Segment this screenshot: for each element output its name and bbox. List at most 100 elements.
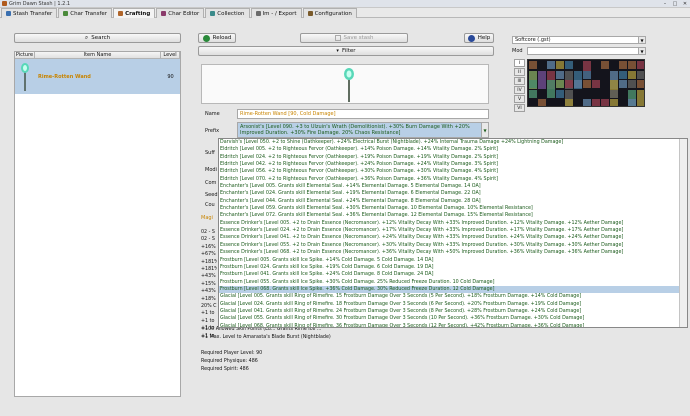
- dropdown-option[interactable]: Glacial [Level 005. Grants skill Ring of…: [219, 293, 681, 300]
- dropdown-option[interactable]: Eldritch [Level 024. +2 to Righteous Fer…: [219, 154, 681, 161]
- stash-page-button[interactable]: I: [514, 59, 525, 67]
- column-header-item-name[interactable]: Item Name: [35, 52, 161, 58]
- stash-item-icon[interactable]: [556, 61, 564, 69]
- tab-crafting[interactable]: Crafting: [113, 8, 156, 18]
- mode-select-arrow-icon[interactable]: ▼: [638, 37, 645, 43]
- dropdown-option[interactable]: Frostburn [Level 041. Grants skill Ice S…: [219, 271, 681, 278]
- dropdown-option[interactable]: Enchanter's [Level 072. Grants skill Ele…: [219, 212, 681, 219]
- stash-item-icon[interactable]: [637, 89, 644, 106]
- tab-icon: [118, 11, 124, 16]
- dropdown-option[interactable]: Glacial [Level 024. Grants skill Ring of…: [219, 301, 681, 308]
- stash-item-icon[interactable]: [556, 80, 564, 88]
- maximize-icon[interactable]: □: [670, 0, 680, 8]
- search-button[interactable]: ⌕ Search: [14, 33, 181, 43]
- dropdown-option[interactable]: Frostburn [Level 068. Grants skill Ice S…: [219, 285, 681, 294]
- table-row[interactable]: Rime-Rotten Wand 90: [15, 59, 180, 94]
- tab-char-transfer[interactable]: Char Transfer: [58, 8, 113, 18]
- help-button[interactable]: Help: [464, 33, 494, 43]
- dropdown-option[interactable]: Eldritch [Level 056. +2 to Righteous Fer…: [219, 168, 681, 175]
- stash-item-icon[interactable]: [637, 70, 644, 79]
- stash-item-icon[interactable]: [583, 80, 591, 88]
- tab-collection[interactable]: Collection: [205, 8, 250, 18]
- stash-item-icon[interactable]: [592, 99, 600, 106]
- help-icon: [467, 34, 475, 42]
- tab-configuration[interactable]: Configuration: [302, 8, 357, 18]
- stash-item-icon[interactable]: [628, 99, 636, 106]
- stash-item-icon[interactable]: [538, 70, 546, 89]
- stash-page-button[interactable]: IV: [514, 86, 525, 94]
- stash-item-icon[interactable]: [565, 80, 573, 88]
- dropdown-option[interactable]: Darvish's [Level 050. +2 to Shine (Oathk…: [219, 139, 681, 146]
- minimize-icon[interactable]: –: [660, 0, 670, 8]
- mod-select-arrow-icon[interactable]: ▼: [638, 48, 645, 54]
- prefix-dropdown-list[interactable]: Darvish's [Level 050. +2 to Shine (Oathk…: [218, 138, 688, 328]
- stash-page-button[interactable]: V: [514, 95, 525, 103]
- stash-page-button[interactable]: II: [514, 68, 525, 76]
- dropdown-option[interactable]: Eldritch [Level 070. +2 to Righteous Fer…: [219, 176, 681, 183]
- stash-item-icon[interactable]: [628, 70, 636, 79]
- dropdown-option[interactable]: Enchanter's [Level 005. Grants skill Ele…: [219, 183, 681, 190]
- mode-select[interactable]: Softcore (.gst) ▼: [512, 36, 646, 44]
- dropdown-option[interactable]: Essence Drinker's [Level 005. +2 to Drai…: [219, 220, 681, 227]
- reload-button[interactable]: Reload: [198, 33, 236, 43]
- stash-page-button[interactable]: III: [514, 77, 525, 85]
- dropdown-option[interactable]: Enchanter's [Level 059. Grants skill Ele…: [219, 205, 681, 212]
- dropdown-option[interactable]: Frostburn [Level 005. Grants skill Ice S…: [219, 257, 681, 264]
- stash-item-icon[interactable]: [637, 61, 644, 69]
- stat-line: +1 to: [201, 311, 215, 317]
- stash-item-icon[interactable]: [556, 89, 564, 98]
- dropdown-option[interactable]: Eldritch [Level 005. +2 to Righteous Fer…: [219, 146, 681, 153]
- stash-item-icon[interactable]: [547, 61, 555, 69]
- tab-stash-transfer[interactable]: Stash Transfer: [1, 8, 58, 18]
- close-icon[interactable]: ✕: [680, 0, 690, 8]
- stash-item-icon[interactable]: [619, 80, 627, 88]
- stash-item-icon[interactable]: [565, 99, 573, 106]
- dropdown-scrollbar[interactable]: [679, 139, 687, 327]
- stash-item-icon[interactable]: [619, 70, 627, 79]
- stash-item-icon[interactable]: [538, 99, 546, 106]
- dropdown-option[interactable]: Frostburn [Level 024. Grants skill Ice S…: [219, 264, 681, 271]
- stash-item-icon[interactable]: [529, 80, 537, 88]
- dropdown-option[interactable]: Glacial [Level 068. Grants skill Ring of…: [219, 323, 681, 327]
- tab-char-editor[interactable]: Char Editor: [156, 8, 205, 18]
- dropdown-option[interactable]: Glacial [Level 055. Grants skill Ring of…: [219, 315, 681, 322]
- stash-item-icon[interactable]: [619, 61, 627, 69]
- name-field[interactable]: Rime-Rotten Wand [90, Cold Damage]: [237, 109, 489, 119]
- stash-item-icon[interactable]: [601, 99, 609, 106]
- prefix-label: Prefix: [205, 128, 220, 134]
- stash-item-icon[interactable]: [610, 89, 618, 98]
- stash-item-icon[interactable]: [529, 61, 537, 69]
- dropdown-option[interactable]: Enchanter's [Level 024. Grants skill Ele…: [219, 190, 681, 197]
- stash-item-icon[interactable]: [592, 80, 600, 88]
- stash-item-icon[interactable]: [583, 70, 591, 79]
- mod-select[interactable]: ▼: [527, 47, 646, 55]
- prefix-select[interactable]: Arsonist's [Level 090. +3 to Ulzuin's Wr…: [237, 122, 489, 138]
- stash-item-icon[interactable]: [628, 61, 636, 69]
- stash-item-icon[interactable]: [610, 99, 618, 106]
- stash-item-icon[interactable]: [529, 89, 537, 98]
- dropdown-option[interactable]: Enchanter's [Level 044. Grants skill Ele…: [219, 198, 681, 205]
- stash-page-button[interactable]: VI: [514, 104, 525, 112]
- dropdown-option[interactable]: Essence Drinker's [Level 055. +2 to Drai…: [219, 242, 681, 249]
- dropdown-option[interactable]: Glacial [Level 041. Grants skill Ring of…: [219, 308, 681, 315]
- stash-item-icon[interactable]: [601, 61, 609, 69]
- dropdown-option[interactable]: Frostburn [Level 055. Grants skill Ice S…: [219, 279, 681, 286]
- dropdown-option[interactable]: Essence Drinker's [Level 068. +2 to Drai…: [219, 249, 681, 256]
- column-header-picture[interactable]: Picture: [15, 52, 35, 58]
- stash-item-icon[interactable]: [547, 80, 555, 98]
- dropdown-option[interactable]: Essence Drinker's [Level 024. +2 to Drai…: [219, 227, 681, 234]
- stash-item-icon[interactable]: [637, 80, 644, 88]
- stash-item-icon[interactable]: [556, 70, 564, 79]
- save-stash-button[interactable]: Save stash: [300, 33, 408, 43]
- stash-item-icon[interactable]: [583, 99, 591, 106]
- dropdown-option[interactable]: Essence Drinker's [Level 041. +2 to Drai…: [219, 234, 681, 241]
- dropdown-option[interactable]: Eldritch [Level 042. +2 to Righteous Fer…: [219, 161, 681, 168]
- stash-item-icon[interactable]: [628, 80, 636, 88]
- prefix-dropdown-arrow-icon[interactable]: ▼: [481, 123, 488, 137]
- column-header-level[interactable]: Level: [161, 52, 180, 58]
- filter-button[interactable]: ▾ Filter: [198, 46, 494, 56]
- tab-im-export[interactable]: Im - / Export: [250, 8, 302, 18]
- stash-item-icon[interactable]: [574, 80, 582, 88]
- stash-grid[interactable]: [527, 59, 645, 107]
- stash-item-icon[interactable]: [565, 61, 573, 69]
